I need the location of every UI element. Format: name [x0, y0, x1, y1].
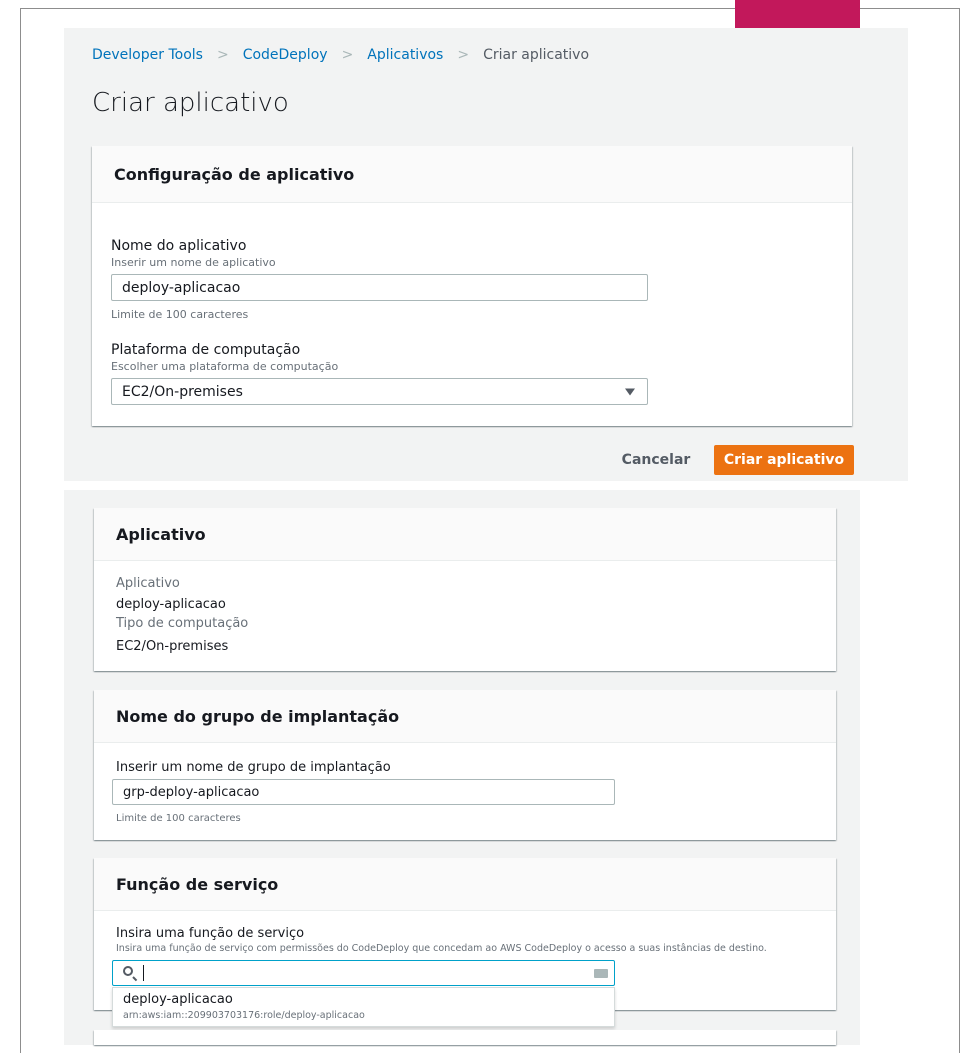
- service-role-label: Insira uma função de serviço: [116, 926, 305, 941]
- app-name-hint: Limite de 100 caracteres: [111, 308, 249, 321]
- breadcrumb-aplicativos[interactable]: Aplicativos: [367, 47, 443, 63]
- service-role-search-input[interactable]: [112, 960, 615, 986]
- app-name-input[interactable]: deploy-aplicacao: [111, 274, 648, 301]
- app-config-header: Configuração de aplicativo: [92, 146, 852, 203]
- chevron-right-icon: >: [341, 47, 354, 63]
- app-name-value: deploy-aplicacao: [122, 279, 241, 296]
- breadcrumb-codedeploy[interactable]: CodeDeploy: [243, 47, 328, 63]
- text-caret: [143, 965, 144, 981]
- deploy-group-card: Nome do grupo de implantação Inserir um …: [94, 690, 836, 840]
- accent-block: [735, 0, 860, 28]
- platform-label: Plataforma de computação: [111, 342, 301, 358]
- dropdown-option-deploy-aplicacao[interactable]: deploy-aplicacao arn:aws:iam::2099037031…: [113, 988, 614, 1026]
- deploy-group-label: Inserir um nome de grupo de implantação: [116, 760, 391, 775]
- deployment-config-panel: Aplicativo Aplicativo deploy-aplicacao T…: [64, 490, 860, 1045]
- chevron-right-icon: >: [216, 47, 229, 63]
- chevron-right-icon: >: [457, 47, 470, 63]
- keyboard-icon[interactable]: [594, 969, 608, 978]
- cancel-button[interactable]: Cancelar: [621, 446, 691, 474]
- app-summary-header: Aplicativo: [94, 508, 836, 561]
- next-card-partial: [94, 1030, 836, 1045]
- platform-value: EC2/On-premises: [122, 383, 243, 400]
- platform-description: Escolher uma plataforma de computação: [111, 360, 339, 373]
- service-role-dropdown: deploy-aplicacao arn:aws:iam::2099037031…: [112, 987, 615, 1027]
- create-application-button[interactable]: Criar aplicativo: [714, 445, 854, 475]
- app-summary-card: Aplicativo Aplicativo deploy-aplicacao T…: [94, 508, 836, 671]
- breadcrumb-developer-tools[interactable]: Developer Tools: [92, 47, 203, 63]
- compute-type-label: Tipo de computação: [116, 616, 249, 631]
- app-name-description: Inserir um nome de aplicativo: [111, 256, 276, 269]
- compute-type-value: EC2/On-premises: [116, 639, 229, 654]
- platform-select[interactable]: EC2/On-premises: [111, 378, 648, 405]
- caret-down-icon: [625, 388, 635, 395]
- option-name: deploy-aplicacao: [123, 992, 233, 1007]
- search-icon: [123, 966, 133, 976]
- deploy-group-hint: Limite de 100 caracteres: [116, 813, 241, 824]
- service-role-header: Função de serviço: [94, 858, 836, 911]
- deploy-group-value: grp-deploy-aplicacao: [123, 784, 260, 800]
- service-role-description: Insira uma função de serviço com permiss…: [116, 943, 767, 954]
- breadcrumb-current: Criar aplicativo: [483, 47, 590, 63]
- breadcrumb: Developer Tools > CodeDeploy > Aplicativ…: [92, 47, 589, 63]
- option-arn: arn:aws:iam::209903703176:role/deploy-ap…: [123, 1010, 365, 1021]
- page-title: Criar aplicativo: [92, 88, 289, 118]
- deploy-group-input[interactable]: grp-deploy-aplicacao: [112, 779, 615, 805]
- app-name-label: Nome do aplicativo: [111, 238, 247, 254]
- create-application-panel: Developer Tools > CodeDeploy > Aplicativ…: [64, 28, 908, 481]
- app-label: Aplicativo: [116, 576, 180, 591]
- app-config-card: Configuração de aplicativo Nome do aplic…: [92, 146, 852, 426]
- app-value: deploy-aplicacao: [116, 597, 226, 612]
- deploy-group-header: Nome do grupo de implantação: [94, 690, 836, 743]
